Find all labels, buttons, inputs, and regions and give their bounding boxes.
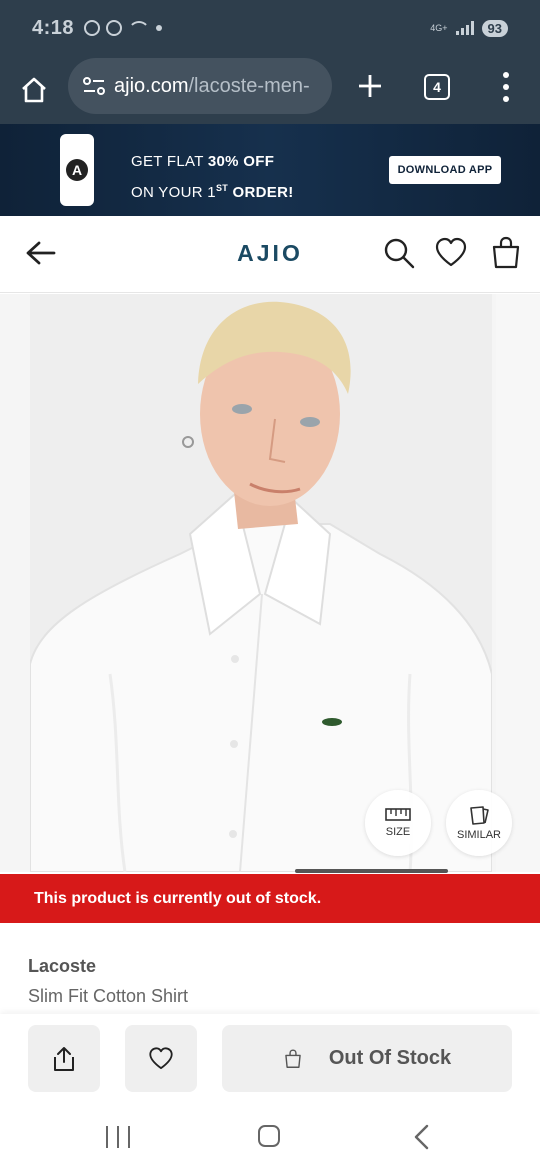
size-label: SIZE [385, 826, 411, 838]
site-header: AJIO [0, 216, 540, 293]
share-button[interactable] [28, 1025, 100, 1092]
notification-icons [84, 20, 163, 36]
shopping-bag-icon[interactable] [489, 236, 523, 270]
similar-label: SIMILAR [456, 829, 501, 841]
bottom-action-bar: Out Of Stock [0, 1014, 540, 1106]
url-domain: ajio.com [114, 74, 189, 97]
home-button[interactable] [258, 1125, 280, 1147]
promo-text: GET FLAT 30% OFF ON YOUR 1ST ORDER! [131, 148, 294, 206]
system-navigation-bar [0, 1106, 540, 1170]
menu-dot [503, 96, 509, 102]
promo-line2: ON YOUR 1 [131, 184, 216, 201]
tab-switcher-button[interactable]: 4 [424, 74, 450, 100]
url-path: /lacoste-men- [188, 74, 310, 97]
product-name: Slim Fit Cotton Shirt [28, 986, 189, 1006]
plus-icon [359, 75, 381, 97]
browser-toolbar: ajio.com/lacoste-men- 4 [0, 56, 540, 124]
wishlist-button[interactable] [125, 1025, 197, 1092]
product-brand[interactable]: Lacoste [28, 956, 96, 977]
back-icon[interactable] [412, 1124, 430, 1150]
carousel-scroll-indicator [295, 869, 448, 873]
network-type: 4G+ [430, 22, 448, 33]
status-right: 4G+ 93 [430, 19, 508, 37]
promo-order: ORDER! [228, 184, 294, 201]
menu-dot [503, 84, 509, 90]
dot-icon [156, 25, 163, 31]
battery-icon: 93 [481, 19, 508, 37]
out-of-stock-notice: This product is currently out of stock. [0, 874, 540, 923]
menu-dot [503, 72, 509, 78]
address-bar[interactable]: ajio.com/lacoste-men- [68, 58, 332, 114]
out-of-stock-button[interactable]: Out Of Stock [222, 1025, 512, 1092]
url-text: ajio.com/lacoste-men- [114, 75, 310, 98]
cards-icon [470, 806, 489, 825]
out-of-stock-label: Out Of Stock [328, 1047, 452, 1069]
browser-menu-button[interactable] [494, 70, 518, 104]
app-promo-banner[interactable]: A GET FLAT 30% OFF ON YOUR 1ST ORDER! DO… [0, 124, 540, 216]
wifi-call-icon [128, 21, 151, 35]
ajio-app-logo-icon: A [66, 159, 88, 181]
wishlist-heart-icon[interactable] [434, 236, 468, 270]
promo-line1: GET FLAT [131, 153, 208, 170]
shopping-bag-icon [285, 1048, 301, 1068]
product-image-carousel[interactable] [0, 294, 540, 872]
status-bar: 4:18 4G+ 93 [0, 0, 540, 56]
home-icon [22, 77, 46, 103]
promo-superscript: ST [215, 183, 229, 193]
signal-icon [455, 21, 474, 35]
heart-icon [149, 1046, 173, 1069]
site-settings-icon [83, 77, 105, 95]
product-photo [30, 294, 492, 872]
new-tab-button[interactable] [350, 64, 390, 108]
whatsapp-icon [106, 20, 123, 36]
phone-illustration: A [60, 134, 94, 206]
download-app-button[interactable]: DOWNLOAD APP [389, 156, 501, 184]
search-icon[interactable] [382, 236, 416, 270]
model-shirt-illustration [30, 294, 492, 872]
share-icon [54, 1046, 74, 1071]
promo-discount: 30% OFF [207, 153, 275, 170]
status-time: 4:18 [32, 16, 75, 39]
size-chart-button[interactable]: SIZE [365, 790, 431, 856]
ruler-icon [385, 808, 411, 821]
next-image-preview[interactable] [496, 294, 540, 872]
similar-products-button[interactable]: SIMILAR [446, 790, 512, 856]
browser-home-button[interactable] [0, 56, 68, 124]
whatsapp-icon [84, 20, 101, 36]
recent-apps-button[interactable] [106, 1126, 130, 1148]
